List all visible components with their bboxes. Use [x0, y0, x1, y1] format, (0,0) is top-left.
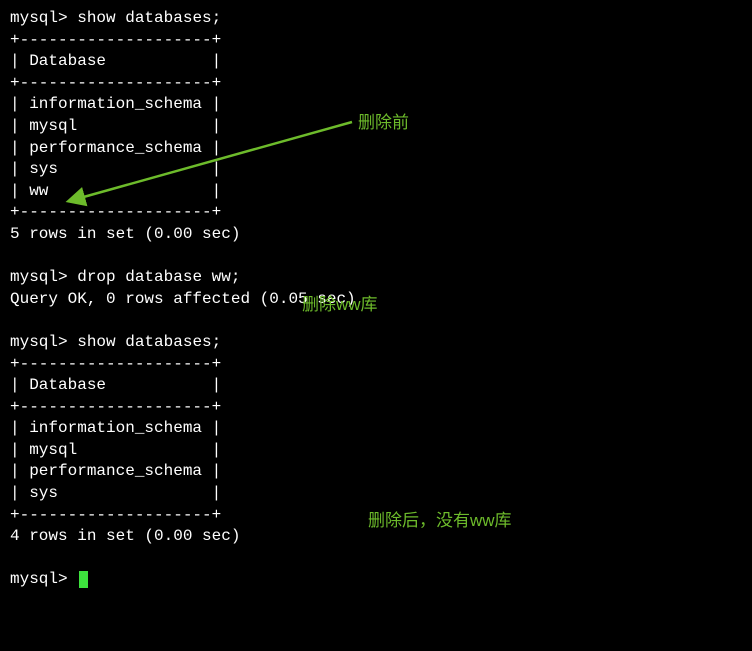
prompt: mysql>: [10, 333, 68, 351]
blank-line: [10, 548, 742, 570]
prompt-line-3: mysql> show databases;: [10, 332, 742, 354]
prompt-line-2: mysql> drop database ww;: [10, 267, 742, 289]
blank-line: [10, 246, 742, 268]
table-sep: +--------------------+: [10, 354, 742, 376]
prompt-line-1: mysql> show databases;: [10, 8, 742, 30]
annotation-before: 删除前: [358, 112, 409, 135]
result-line: 5 rows in set (0.00 sec): [10, 224, 742, 246]
table-row: | information_schema |: [10, 418, 742, 440]
table-row: | performance_schema |: [10, 138, 742, 160]
table-sep: +--------------------+: [10, 202, 742, 224]
prompt: mysql>: [10, 570, 68, 588]
table-row: | sys |: [10, 483, 742, 505]
table-row: | ww |: [10, 181, 742, 203]
table-header: | Database |: [10, 51, 742, 73]
table-row: | performance_schema |: [10, 461, 742, 483]
annotation-after: 删除后，没有ww库: [368, 510, 512, 533]
table-sep: +--------------------+: [10, 30, 742, 52]
table-sep: +--------------------+: [10, 397, 742, 419]
prompt: mysql>: [10, 268, 68, 286]
command-show-2: show databases;: [77, 333, 221, 351]
table-sep: +--------------------+: [10, 73, 742, 95]
prompt: mysql>: [10, 9, 68, 27]
table-row: | mysql |: [10, 440, 742, 462]
cursor-icon: [79, 571, 88, 588]
prompt-line-4[interactable]: mysql>: [10, 569, 742, 591]
command-drop: drop database ww;: [77, 268, 240, 286]
table-row: | sys |: [10, 159, 742, 181]
annotation-drop: 删除ww库: [302, 294, 378, 317]
command-show-1: show databases;: [77, 9, 221, 27]
table-header: | Database |: [10, 375, 742, 397]
